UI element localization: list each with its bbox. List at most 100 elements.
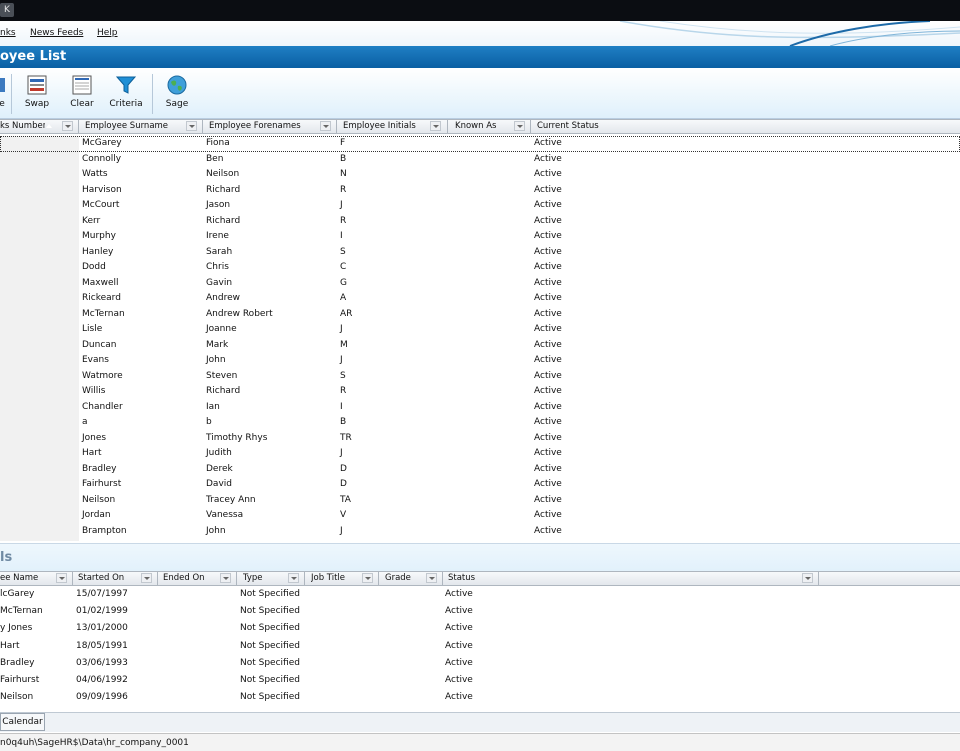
column-header-grade[interactable]: Grade [385,572,425,585]
table-row[interactable]: McGarey Fiona F Active [0,136,960,152]
column-header-known-as[interactable]: Known As [455,120,510,133]
filter-dropdown-icon[interactable] [362,573,373,583]
cell-started-on: 04/06/1992 [76,675,128,685]
table-row[interactable]: Jordan Vanessa V Active [0,508,960,524]
filter-dropdown-icon[interactable] [220,573,231,583]
cell-current-status: Active [534,339,562,350]
table-row[interactable]: Maxwell Gavin G Active [0,276,960,292]
filter-dropdown-icon[interactable] [514,121,525,131]
table-row[interactable]: McCourt Jason J Active [0,198,960,214]
table-row[interactable]: Kerr Richard R Active [0,214,960,230]
criteria-button[interactable]: Criteria [108,74,144,109]
table-row[interactable]: Evans John J Active [0,353,960,369]
table-row[interactable]: Watmore Steven S Active [0,369,960,385]
cell-surname: McTernan [82,308,125,319]
cell-initials: TA [340,494,351,505]
cell-current-status: Active [534,463,562,474]
cell-forenames: Jason [206,200,231,210]
window-title-bar: K [0,0,960,21]
column-header-ended-on[interactable]: Ended On [163,572,218,585]
menu-links[interactable]: nks [0,28,16,38]
column-header-works-number[interactable]: ks Number [0,120,45,133]
column-header-started-on[interactable]: Started On [78,572,138,585]
cell-surname: McGarey [82,138,122,148]
cell-forenames: Ian [206,401,220,412]
column-header-initials[interactable]: Employee Initials [343,120,428,133]
table-row[interactable]: Hart 18/05/1991 Not Specified Active [0,638,960,655]
filter-dropdown-icon[interactable] [802,573,813,583]
filter-dropdown-icon[interactable] [141,573,152,583]
table-row[interactable]: McTernan Andrew Robert AR Active [0,307,960,323]
menu-help[interactable]: Help [97,28,118,38]
partial-icon [0,74,5,96]
cell-initials: J [340,448,343,458]
column-header-status[interactable]: Status [448,572,508,585]
filter-dropdown-icon[interactable] [320,121,331,131]
table-row[interactable]: Watts Neilson N Active [0,167,960,183]
filter-dropdown-icon[interactable] [426,573,437,583]
cell-employee-name: Bradley [0,657,35,668]
column-header-forenames[interactable]: Employee Forenames [209,120,319,133]
cell-current-status: Active [534,448,562,458]
table-row[interactable]: Neilson Tracey Ann TA Active [0,493,960,509]
filter-dropdown-icon[interactable] [56,573,67,583]
table-row[interactable]: Fairhurst 04/06/1992 Not Specified Active [0,672,960,689]
clear-button[interactable]: Clear [67,74,97,109]
cell-current-status: Active [534,417,562,427]
cell-surname: Jones [82,432,107,443]
table-row[interactable]: Dodd Chris C Active [0,260,960,276]
filter-dropdown-icon[interactable] [62,121,73,131]
cell-surname: Brampton [82,525,127,536]
status-bar: n0q4uh\SageHR$\Data\hr_company_0001 [0,733,960,751]
table-row[interactable]: Neilson 09/09/1996 Not Specified Active [0,689,960,706]
table-row[interactable]: Bradley 03/06/1993 Not Specified Active [0,655,960,672]
swap-button[interactable]: Swap [22,74,52,109]
table-row[interactable]: Brampton John J Active [0,524,960,540]
cell-type: Not Specified [240,606,300,617]
table-row[interactable]: Fairhurst David D Active [0,477,960,493]
cell-employee-name: Neilson [0,692,34,703]
filter-dropdown-icon[interactable] [186,121,197,131]
column-header-surname[interactable]: Employee Surname [85,120,185,133]
table-row[interactable]: y Jones 13/01/2000 Not Specified Active [0,620,960,637]
cell-forenames: b [206,417,212,427]
table-row[interactable]: Bradley Derek D Active [0,462,960,478]
table-row[interactable]: Lisle Joanne J Active [0,322,960,338]
table-row[interactable]: Chandler Ian I Active [0,400,960,416]
toolbar-button-partial[interactable]: e [0,74,8,109]
table-row[interactable]: Connolly Ben B Active [0,152,960,168]
table-row[interactable]: McTernan 01/02/1999 Not Specified Active [0,603,960,620]
table-row[interactable]: Jones Timothy Rhys TR Active [0,431,960,447]
cell-current-status: Active [534,200,562,210]
cell-initials: D [340,479,347,489]
column-header-employee-name[interactable]: ee Name [0,572,50,585]
cell-surname: Connolly [82,153,122,164]
table-row[interactable]: Hart Judith J Active [0,446,960,462]
app-icon: K [0,3,14,17]
filter-dropdown-icon[interactable] [288,573,299,583]
table-row[interactable]: a b B Active [0,415,960,431]
tab-calendar[interactable]: Calendar [0,713,45,731]
cell-employee-name: Hart [0,640,20,651]
column-divider [202,120,203,133]
column-header-current-status[interactable]: Current Status [537,120,657,133]
sage-button[interactable]: Sage [162,74,192,109]
cell-forenames: Vanessa [206,510,244,520]
menu-news-feeds[interactable]: News Feeds [30,28,83,38]
sort-ascending-icon [46,124,52,128]
cell-forenames: Irene [206,231,229,241]
filter-dropdown-icon[interactable] [430,121,441,131]
table-row[interactable]: lcGarey 15/07/1997 Not Specified Active [0,586,960,603]
cell-current-status: Active [534,401,562,412]
cell-initials: G [340,277,347,288]
table-row[interactable]: Rickeard Andrew A Active [0,291,960,307]
cell-surname: Murphy [82,231,116,241]
table-row[interactable]: Murphy Irene I Active [0,229,960,245]
column-header-job-title[interactable]: Job Title [311,572,361,585]
table-row[interactable]: Harvison Richard R Active [0,183,960,199]
column-header-type[interactable]: Type [243,572,288,585]
table-row[interactable]: Duncan Mark M Active [0,338,960,354]
table-row[interactable]: Willis Richard R Active [0,384,960,400]
table-row[interactable]: Hanley Sarah S Active [0,245,960,261]
toolbar: e Swap Clear Criteria Sage [0,68,960,119]
